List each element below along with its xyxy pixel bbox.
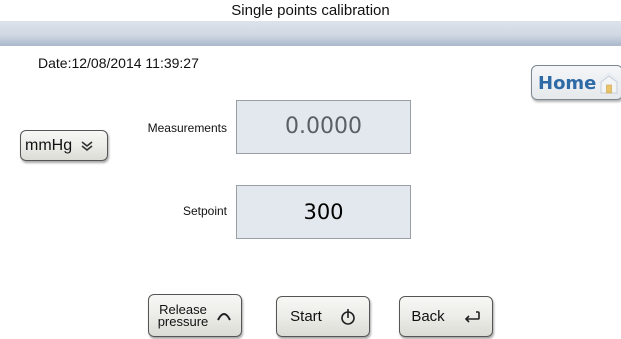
release-pressure-button[interactable]: Release pressure [148,294,242,337]
double-chevron-down-icon [81,140,93,151]
title-bar [0,21,621,46]
back-button[interactable]: Back [399,296,493,337]
arc-icon [217,312,232,320]
measurements-value: 0.0000 [236,100,411,154]
house-icon [597,72,621,94]
power-icon [341,308,355,325]
unit-selected-value: mmHg [25,136,73,154]
start-button[interactable]: Start [276,296,370,337]
page-title: Single points calibration [231,2,390,19]
unit-selector[interactable]: mmHg [20,130,108,161]
measurements-label: Measurements [147,121,227,135]
back-label: Back [411,308,445,325]
setpoint-field[interactable]: 300 [236,185,411,239]
date-time-display: Date:12/08/2014 11:39:27 [38,55,199,71]
release-label-line2: pressure [157,313,209,329]
return-arrow-icon [464,310,480,323]
setpoint-label: Setpoint [182,204,227,218]
home-button[interactable]: Home [531,65,621,100]
start-label: Start [290,308,322,325]
home-label: Home [538,73,597,94]
